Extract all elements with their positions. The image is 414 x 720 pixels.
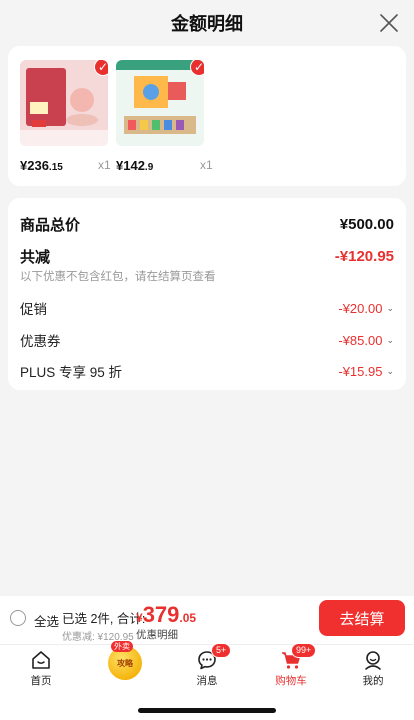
total-price-row: 商品总价 ¥500.00 <box>20 214 394 235</box>
discount-detail-link[interactable]: 优惠明细 <box>136 627 178 642</box>
discount-value: -¥15.95 ⌄ <box>338 363 394 379</box>
discount-label: 优惠券 <box>20 334 61 349</box>
discount-note: 以下优惠不包含红包，请在结算页查看 <box>20 271 216 283</box>
tab-profile[interactable]: 我的 <box>343 645 403 695</box>
profile-icon <box>365 651 381 670</box>
total-amount: ¥379.05 <box>136 602 197 627</box>
tab-home[interactable]: 首页 <box>11 645 71 695</box>
product-item-1[interactable]: ✓ ¥236.15 x1 <box>20 60 111 173</box>
tab-label: 消息 <box>196 675 218 687</box>
discount-label: 促销 <box>20 302 47 317</box>
header: 金额明细 <box>0 0 414 46</box>
selected-count: 已选 2件, 合计: <box>62 612 146 626</box>
tab-cart[interactable]: 99+ 购物车 <box>261 643 321 695</box>
product-quantity: x1 <box>98 158 111 172</box>
home-indicator <box>138 708 276 713</box>
discount-label: PLUS 专享 95 折 <box>20 365 123 380</box>
product-price: ¥142.9 <box>116 158 154 173</box>
select-all-radio[interactable] <box>10 610 26 626</box>
home-icon <box>32 651 50 669</box>
tab-label: 购物车 <box>275 675 307 687</box>
message-badge: 5+ <box>211 643 232 658</box>
price-summary-card: 商品总价 ¥500.00 共减 -¥120.95 以下优惠不包含红包，请在结算页… <box>8 198 406 390</box>
close-icon[interactable] <box>378 12 400 34</box>
promo-text: 攻略 <box>117 658 133 668</box>
checkout-button[interactable]: 去结算 <box>319 600 405 636</box>
product-quantity: x1 <box>200 158 213 172</box>
product-item-2[interactable]: ✓ ¥142.9 x1 <box>116 60 213 173</box>
total-reduction-label: 共减 <box>20 249 51 266</box>
discount-row-coupon[interactable]: 优惠券 -¥85.00 ⌄ <box>20 330 394 350</box>
discount-row-plus[interactable]: PLUS 专享 95 折 -¥15.95 ⌄ <box>20 361 394 381</box>
tab-label: 首页 <box>30 675 52 687</box>
chevron-down-icon[interactable]: ⌄ <box>386 366 394 377</box>
product-price: ¥236.15 <box>20 158 63 173</box>
total-price-value: ¥500.00 <box>339 216 394 233</box>
cart-badge: 99+ <box>291 643 317 658</box>
tab-label: 我的 <box>362 675 384 687</box>
discount-value: -¥85.00 ⌄ <box>338 332 394 348</box>
page-title: 金额明细 <box>171 14 243 34</box>
discount-value: -¥20.00 ⌄ <box>338 300 394 316</box>
discount-row-promotion[interactable]: 促销 -¥20.00 ⌄ <box>20 298 394 318</box>
product-card: ✓ ¥236.15 x1 ✓ ¥142.9 x1 <box>8 46 406 186</box>
select-all-label[interactable]: 全选 <box>34 611 59 630</box>
selected-check-icon[interactable]: ✓ <box>94 60 108 76</box>
promo-tag: 外卖 <box>111 641 133 652</box>
chevron-down-icon[interactable]: ⌄ <box>386 303 394 314</box>
tab-messages[interactable]: 5+ 消息 <box>177 643 237 695</box>
chevron-down-icon[interactable]: ⌄ <box>386 335 394 346</box>
promo-coin-icon[interactable]: 外卖 攻略 <box>108 641 142 680</box>
product-image[interactable]: ✓ <box>116 60 204 146</box>
product-image[interactable]: ✓ <box>20 60 108 146</box>
total-price-label: 商品总价 <box>20 217 81 234</box>
total-reduction-value: -¥120.95 <box>334 248 394 265</box>
total-reduction-row: 共减 -¥120.95 <box>20 246 394 267</box>
selected-check-icon[interactable]: ✓ <box>190 60 204 76</box>
checkout-bar: 全选 已选 2件, 合计: ¥379.05 优惠减: ¥120.95 优惠明细 … <box>0 596 414 644</box>
